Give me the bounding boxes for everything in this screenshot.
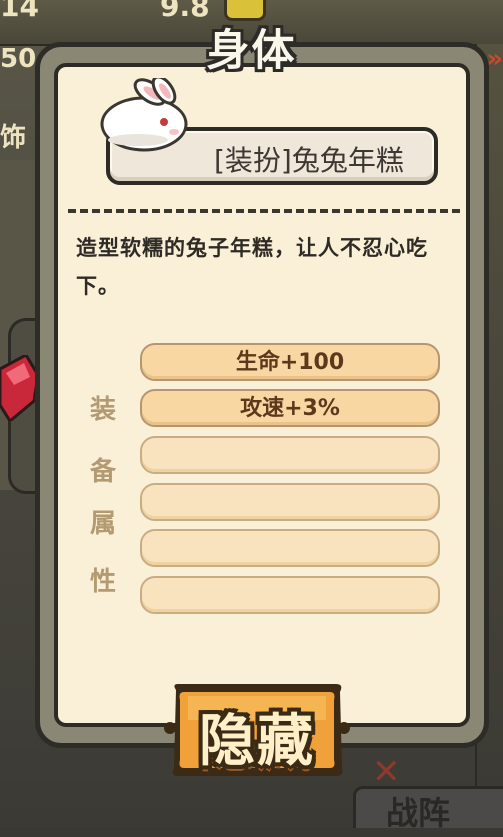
attribute-label-char: 性	[89, 567, 116, 597]
attribute-slot: 生命+100	[140, 343, 440, 381]
rabbit-icon	[100, 78, 188, 152]
attribute-slot	[140, 576, 440, 614]
background-side-label: 饰	[0, 123, 27, 153]
item-description: 造型软糯的兔子年糕，让人不忍心吃下。	[76, 236, 428, 298]
attribute-slot	[140, 529, 440, 567]
attribute-slot	[140, 436, 440, 474]
ruby-gem-icon	[0, 355, 38, 421]
formation-button[interactable]: 战阵	[353, 786, 503, 832]
attribute-slot: 攻速+3%	[140, 389, 440, 427]
attribute-label-char: 属	[89, 509, 116, 539]
attribute-slot	[140, 483, 440, 521]
hide-button-label: 隐藏	[199, 709, 315, 774]
formation-button-label: 战阵	[386, 794, 451, 832]
item-name: [装扮]兔兔年糕	[214, 144, 404, 177]
attribute-text: 攻速+3%	[240, 396, 340, 421]
modal-title: 身体	[206, 26, 297, 76]
attribute-label-char: 备	[89, 457, 116, 487]
attribute-label-char: 装	[89, 395, 116, 425]
hide-button[interactable]: 隐藏	[164, 680, 350, 780]
item-detail-paper: [装扮]兔兔年糕 造型软糯的兔子年糕，让人不忍心吃下。 装 备 属 性 生命+1…	[54, 63, 470, 727]
divider	[68, 209, 460, 213]
attribute-text: 生命+100	[235, 350, 345, 375]
